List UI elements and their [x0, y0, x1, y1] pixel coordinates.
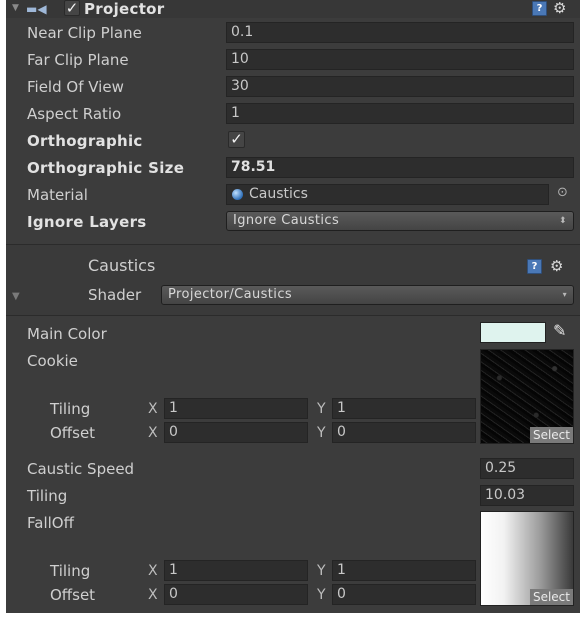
gear-icon[interactable]: ⚙ [553, 0, 566, 16]
fov-label: Field Of View [27, 78, 124, 96]
falloff-tiling-x-field[interactable]: 1 [164, 560, 308, 581]
cookie-select-button[interactable]: Select [529, 427, 573, 443]
object-picker-icon[interactable]: ⊙ [557, 185, 568, 200]
near-clip-field[interactable]: 0.1 [226, 22, 574, 43]
material-value: Caustics [249, 186, 308, 202]
falloff-select-button[interactable]: Select [529, 589, 573, 605]
cookie-offset-x-field[interactable]: 0 [164, 422, 308, 443]
shader-dropdown[interactable]: Projector/Caustics ▾ [161, 285, 574, 305]
material-field[interactable]: Caustics [226, 184, 549, 205]
falloff-tiling-y-axis: Y [317, 563, 326, 579]
projector-enabled-checkbox[interactable]: ✓ [64, 0, 80, 16]
projector-component-icon: ▬◀ [26, 2, 47, 16]
near-clip-label: Near Clip Plane [27, 24, 142, 42]
falloff-label: FallOff [27, 514, 74, 532]
orthographic-label: Orthographic [27, 132, 143, 150]
orthographic-size-label: Orthographic Size [27, 159, 185, 177]
far-clip-field[interactable]: 10 [226, 49, 574, 70]
cookie-tiling-y-axis: Y [317, 401, 326, 417]
eyedropper-icon[interactable]: ✎ [553, 321, 566, 340]
falloff-offset-y-field[interactable]: 0 [332, 584, 476, 605]
cookie-offset-y-axis: Y [317, 425, 326, 441]
ignore-layers-dropdown[interactable]: Ignore Caustics ⬍ [226, 211, 574, 231]
fold-arrow-icon[interactable]: ▼ [12, 3, 19, 13]
shader-value: Projector/Caustics [168, 287, 293, 302]
projector-title: Projector [84, 0, 165, 18]
shader-dropdown-arrow-icon: ▾ [562, 290, 567, 299]
orthographic-size-field[interactable]: 78.51 [226, 157, 574, 178]
aspect-ratio-label: Aspect Ratio [27, 105, 122, 123]
cookie-tiling-y-field[interactable]: 1 [332, 398, 476, 419]
cookie-texture[interactable]: Select [480, 349, 574, 444]
falloff-offset-label: Offset [50, 586, 96, 604]
falloff-offset-x-axis: X [148, 587, 158, 603]
cookie-label: Cookie [27, 352, 78, 370]
cookie-tiling-label: Tiling [50, 400, 91, 418]
dropdown-arrow-icon: ⬍ [559, 216, 567, 226]
falloff-tiling-label: Tiling [50, 562, 91, 580]
inspector-panel: ▼ ▬◀ ✓ Projector ? ⚙ Near Clip Plane 0.1… [6, 0, 580, 613]
ignore-layers-value: Ignore Caustics [233, 213, 340, 228]
material-gear-icon[interactable]: ⚙ [550, 258, 563, 274]
falloff-tiling-x-axis: X [148, 563, 158, 579]
main-color-swatch[interactable] [480, 322, 546, 343]
ignore-layers-label: Ignore Layers [27, 213, 147, 231]
tiling-label: Tiling [27, 487, 68, 505]
cookie-offset-label: Offset [50, 424, 96, 442]
falloff-tiling-y-field[interactable]: 1 [332, 560, 476, 581]
material-help-icon[interactable]: ? [527, 259, 542, 274]
cookie-tiling-x-field[interactable]: 1 [164, 398, 308, 419]
material-label: Material [27, 186, 88, 204]
orthographic-checkbox[interactable]: ✓ [228, 131, 245, 148]
material-sphere-icon [232, 189, 243, 200]
far-clip-label: Far Clip Plane [27, 51, 129, 69]
tiling-field[interactable]: 10.03 [480, 485, 574, 506]
main-color-label: Main Color [27, 325, 107, 343]
falloff-offset-x-field[interactable]: 0 [164, 584, 308, 605]
caustic-speed-label: Caustic Speed [27, 460, 135, 478]
fov-field[interactable]: 30 [226, 76, 574, 97]
cookie-tiling-x-axis: X [148, 401, 158, 417]
help-icon[interactable]: ? [532, 1, 547, 16]
material-title: Caustics [88, 256, 156, 275]
divider [6, 315, 580, 316]
cookie-offset-y-field[interactable]: 0 [332, 422, 476, 443]
falloff-offset-y-axis: Y [317, 587, 326, 603]
aspect-ratio-field[interactable]: 1 [226, 103, 574, 124]
cookie-offset-x-axis: X [148, 425, 158, 441]
material-fold-arrow-icon[interactable]: ▼ [12, 291, 20, 302]
caustic-speed-field[interactable]: 0.25 [480, 458, 574, 479]
shader-label: Shader [88, 286, 142, 304]
falloff-texture[interactable]: Select [480, 511, 574, 606]
